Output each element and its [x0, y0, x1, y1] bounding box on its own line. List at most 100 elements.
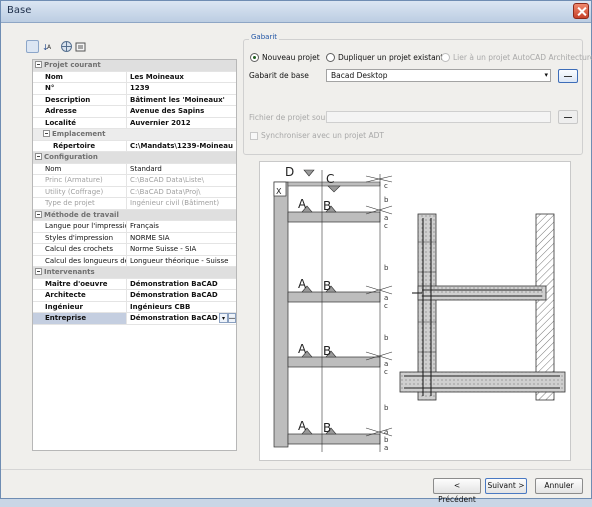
- collapse-icon[interactable]: [35, 153, 42, 160]
- grid-row[interactable]: Architecte Démonstration BaCAD: [33, 290, 236, 302]
- globe-icon[interactable]: [60, 40, 73, 53]
- gabarit-legend: Gabarit: [249, 33, 280, 41]
- grid-row[interactable]: Adresse Avenue des Sapins: [33, 106, 236, 118]
- dim-letter: b: [384, 436, 389, 444]
- grid-row[interactable]: Répertoire C:\Mandats\1239-Moineau: [33, 140, 236, 152]
- property-value[interactable]: C:\Mandats\1239-Moineau: [127, 141, 236, 152]
- property-value[interactable]: C:\BaCAD Data\Proj\: [127, 187, 236, 198]
- grid-category[interactable]: Intervenants: [33, 267, 236, 279]
- diagram-label: A: [298, 197, 307, 211]
- grid-row[interactable]: Description Bâtiment les 'Moineaux': [33, 94, 236, 106]
- category-label: Configuration: [33, 152, 236, 163]
- dim-letter: c: [384, 302, 388, 310]
- property-value[interactable]: Norme Suisse - SIA: [127, 244, 236, 255]
- source-file-input[interactable]: [326, 111, 551, 123]
- dim-letter: a: [384, 360, 388, 368]
- property-value[interactable]: Ingénieurs CBB: [127, 302, 236, 313]
- next-button[interactable]: Suivant >: [485, 478, 527, 494]
- grid-row[interactable]: Ingénieur Ingénieurs CBB: [33, 301, 236, 313]
- base-template-select[interactable]: Bacad Desktop ▾: [326, 69, 551, 82]
- property-pages-icon[interactable]: [74, 40, 87, 53]
- grid-row[interactable]: Styles d'impression NORME SIA: [33, 232, 236, 244]
- grid-row[interactable]: Localité Auvernier 2012: [33, 117, 236, 129]
- browse-source-button[interactable]: [558, 110, 578, 124]
- property-value[interactable]: Bâtiment les 'Moineaux': [127, 95, 236, 106]
- property-name: Maître d'oeuvre: [33, 278, 127, 289]
- grid-category[interactable]: Méthode de travail: [33, 209, 236, 221]
- footer-divider: [1, 469, 591, 470]
- close-button[interactable]: [573, 3, 589, 19]
- reinforcement-detail: [399, 213, 566, 401]
- dialog-window: Base ↓ A Projet courant Nom Les Moineaux N° 1…: [0, 0, 592, 504]
- property-name: Nom: [33, 71, 127, 82]
- property-value[interactable]: NORME SIA: [127, 233, 236, 244]
- grid-row[interactable]: Princ (Armature) C:\BaCAD Data\Liste\: [33, 175, 236, 187]
- property-name: Nom: [33, 163, 127, 174]
- dim-letter: c: [384, 368, 388, 376]
- property-value[interactable]: Ingénieur civil (Bâtiment): [127, 198, 236, 209]
- dim-letter: b: [384, 334, 389, 342]
- grid-row[interactable]: Nom Standard: [33, 163, 236, 175]
- cancel-button[interactable]: Annuler: [535, 478, 583, 494]
- section-view: D C X A B A B A B A B c b a c b a c b a …: [273, 165, 393, 452]
- property-name: Localité: [33, 117, 127, 128]
- grid-category[interactable]: Configuration: [33, 152, 236, 164]
- grid-category[interactable]: Emplacement: [33, 129, 236, 141]
- property-name: Ingénieur: [33, 301, 127, 312]
- grid-row[interactable]: Calcul des longueurs des barresLongueur …: [33, 255, 236, 267]
- property-value[interactable]: Français: [127, 221, 236, 232]
- dim-letter: a: [384, 294, 388, 302]
- dim-letter: b: [384, 404, 389, 412]
- chevron-down-icon[interactable]: ▾: [219, 313, 228, 323]
- grid-row[interactable]: Maître d'oeuvre Démonstration BaCAD: [33, 278, 236, 290]
- source-file-label: Fichier de projet source: [249, 113, 337, 122]
- category-label: Méthode de travail: [33, 210, 236, 221]
- property-name: Description: [33, 94, 127, 105]
- diagram-label: A: [298, 419, 307, 433]
- property-value[interactable]: Démonstration BaCAD: [127, 290, 236, 301]
- grid-row[interactable]: N° 1239: [33, 83, 236, 95]
- sync-adt-checkbox[interactable]: Synchroniser avec un projet ADT: [250, 131, 384, 140]
- property-name: Type de projet: [33, 198, 127, 209]
- category-label: Projet courant: [33, 60, 236, 71]
- dim-letter: a: [384, 214, 388, 222]
- ellipsis-button[interactable]: …: [228, 313, 236, 323]
- properties-toolbar: ↓ A: [23, 37, 237, 57]
- radio-link-autocad[interactable]: Lier à un projet AutoCAD Architecture: [441, 53, 592, 62]
- categorized-icon[interactable]: [26, 40, 39, 53]
- radio-new-project[interactable]: Nouveau projet: [250, 53, 320, 62]
- property-value[interactable]: Auvernier 2012: [127, 118, 236, 129]
- category-label: Emplacement: [33, 129, 236, 140]
- checkbox-icon: [250, 131, 258, 140]
- dim-letter: c: [384, 222, 388, 230]
- window-title: Base: [7, 5, 32, 16]
- grid-row[interactable]: Utility (Coffrage) C:\BaCAD Data\Proj\: [33, 186, 236, 198]
- grid-row[interactable]: Entreprise Démonstration BaCAD ▾…: [33, 313, 236, 325]
- property-value[interactable]: Longueur théorique - Suisse: [127, 256, 236, 267]
- property-grid[interactable]: Projet courant Nom Les Moineaux N° 1239 Descr…: [32, 59, 237, 451]
- property-value[interactable]: Avenue des Sapins: [127, 106, 236, 117]
- property-value[interactable]: Standard: [127, 164, 236, 175]
- property-value[interactable]: Démonstration BaCAD ▾…: [127, 313, 236, 324]
- grid-row[interactable]: Nom Les Moineaux: [33, 71, 236, 83]
- browse-template-button[interactable]: [558, 69, 578, 83]
- diagram-label: X: [276, 187, 282, 196]
- property-name: Entreprise: [33, 313, 127, 324]
- collapse-icon[interactable]: [35, 210, 42, 218]
- radio-dot-icon: [250, 53, 259, 62]
- grid-row[interactable]: Calcul des crochets Norme Suisse - SIA: [33, 244, 236, 256]
- grid-row[interactable]: Type de projet Ingénieur civil (Bâtiment): [33, 198, 236, 210]
- collapse-icon[interactable]: [35, 61, 42, 68]
- grid-row[interactable]: Langue pour l'impression Français: [33, 221, 236, 233]
- property-value[interactable]: 1239: [127, 83, 236, 94]
- radio-duplicate-project[interactable]: Dupliquer un projet existant: [326, 53, 443, 62]
- property-value[interactable]: C:\BaCAD Data\Liste\: [127, 175, 236, 186]
- previous-button[interactable]: < Précédent: [433, 478, 481, 504]
- diagram-label: B: [323, 344, 331, 358]
- grid-category[interactable]: Projet courant: [33, 60, 236, 72]
- alphabetical-icon[interactable]: ↓ A: [42, 40, 55, 53]
- collapse-icon[interactable]: [43, 130, 50, 137]
- property-value[interactable]: Les Moineaux: [127, 72, 236, 83]
- property-value[interactable]: Démonstration BaCAD: [127, 279, 236, 290]
- collapse-icon[interactable]: [35, 268, 42, 275]
